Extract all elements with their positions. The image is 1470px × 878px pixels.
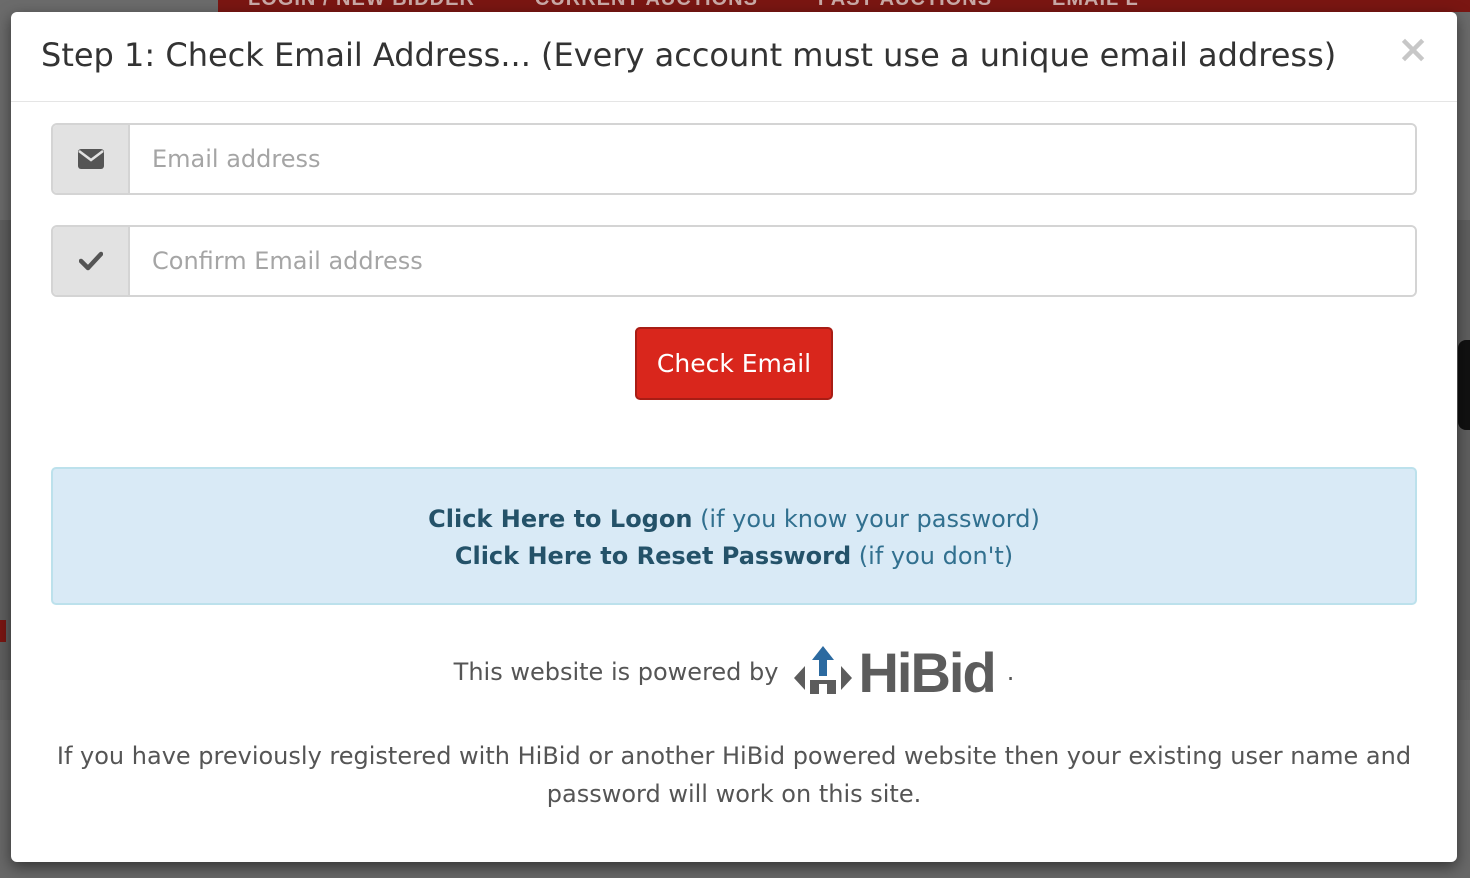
hibid-logo-icon — [794, 646, 853, 694]
email-input-group — [51, 123, 1417, 195]
nav-item-login: LOGIN / NEW BIDDER — [248, 0, 475, 11]
envelope-icon — [53, 125, 130, 193]
powered-by-text: This website is powered by — [453, 658, 779, 686]
check-email-button[interactable]: Check Email — [635, 327, 833, 400]
hibid-logo-text: HiBid — [858, 640, 996, 704]
reset-hint: (if you don't) — [851, 542, 1014, 570]
background-nav-bar: LOGIN / NEW BIDDER CURRENT AUCTIONS PAST… — [218, 0, 1470, 12]
confirm-email-input-group — [51, 225, 1417, 297]
hibid-logo[interactable]: HiBid — [792, 640, 997, 705]
powered-by-suffix: . — [1006, 658, 1015, 686]
background-dark-shape — [1458, 340, 1470, 430]
reset-password-link[interactable]: Click Here to Reset Password — [455, 542, 851, 570]
logon-line: Click Here to Logon (if you know your pa… — [53, 501, 1415, 538]
nav-item-current-auctions: CURRENT AUCTIONS — [535, 0, 758, 11]
email-input[interactable] — [130, 125, 1415, 193]
check-email-modal: Step 1: Check Email Address... (Every ac… — [11, 12, 1457, 862]
nav-item-past-auctions: PAST AUCTIONS — [818, 0, 992, 11]
logon-hint: (if you know your password) — [692, 505, 1040, 533]
reset-line: Click Here to Reset Password (if you don… — [53, 538, 1415, 575]
nav-item-email: EMAIL L — [1052, 0, 1139, 11]
modal-title: Step 1: Check Email Address... (Every ac… — [41, 36, 1337, 74]
modal-header: Step 1: Check Email Address... (Every ac… — [11, 12, 1457, 102]
background-accent — [0, 620, 6, 642]
confirm-email-input[interactable] — [130, 227, 1415, 295]
logon-link[interactable]: Click Here to Logon — [428, 505, 692, 533]
close-button[interactable]: × — [1397, 30, 1429, 68]
powered-by: This website is powered by HiBid . — [11, 640, 1457, 705]
login-info-box: Click Here to Logon (if you know your pa… — [51, 467, 1417, 605]
registration-note: If you have previously registered with H… — [56, 742, 1412, 808]
check-icon — [53, 227, 130, 295]
